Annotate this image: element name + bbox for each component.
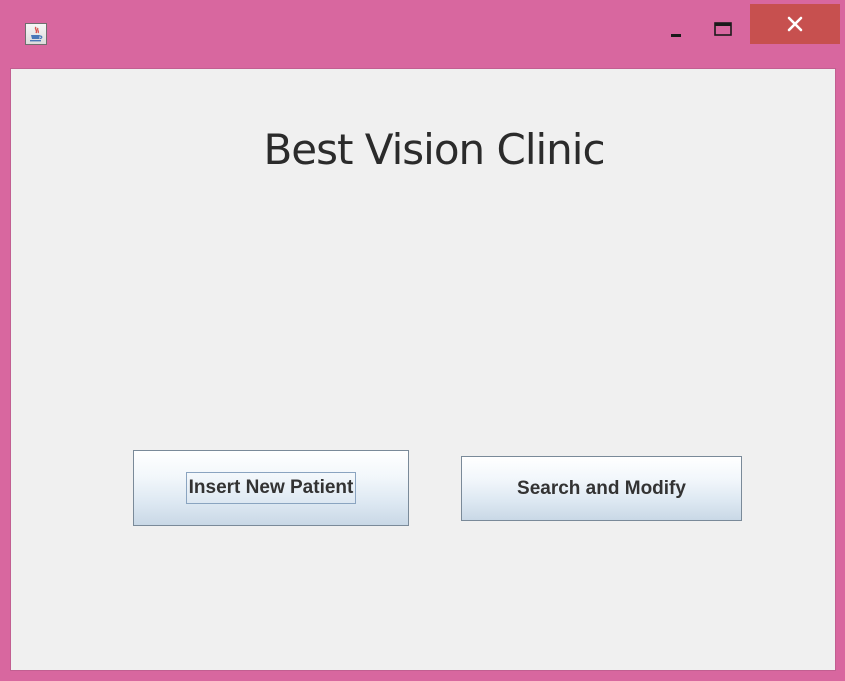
close-button[interactable] bbox=[750, 4, 840, 44]
insert-new-patient-label: Insert New Patient bbox=[185, 471, 357, 504]
page-title: Best Vision Clinic bbox=[263, 125, 605, 174]
java-cup-icon[interactable] bbox=[25, 23, 47, 45]
minimize-button[interactable] bbox=[656, 5, 700, 43]
maximize-button[interactable] bbox=[702, 5, 746, 43]
title-bar[interactable] bbox=[0, 0, 845, 68]
maximize-icon bbox=[714, 22, 732, 36]
search-and-modify-button[interactable]: Search and Modify bbox=[461, 456, 742, 521]
close-icon bbox=[787, 16, 803, 32]
insert-new-patient-button[interactable]: Insert New Patient bbox=[133, 450, 409, 526]
content-panel: Best Vision Clinic Insert New Patient Se… bbox=[10, 68, 836, 671]
app-window: Best Vision Clinic Insert New Patient Se… bbox=[0, 0, 845, 681]
minimize-icon bbox=[671, 34, 681, 37]
search-and-modify-label: Search and Modify bbox=[517, 478, 686, 499]
